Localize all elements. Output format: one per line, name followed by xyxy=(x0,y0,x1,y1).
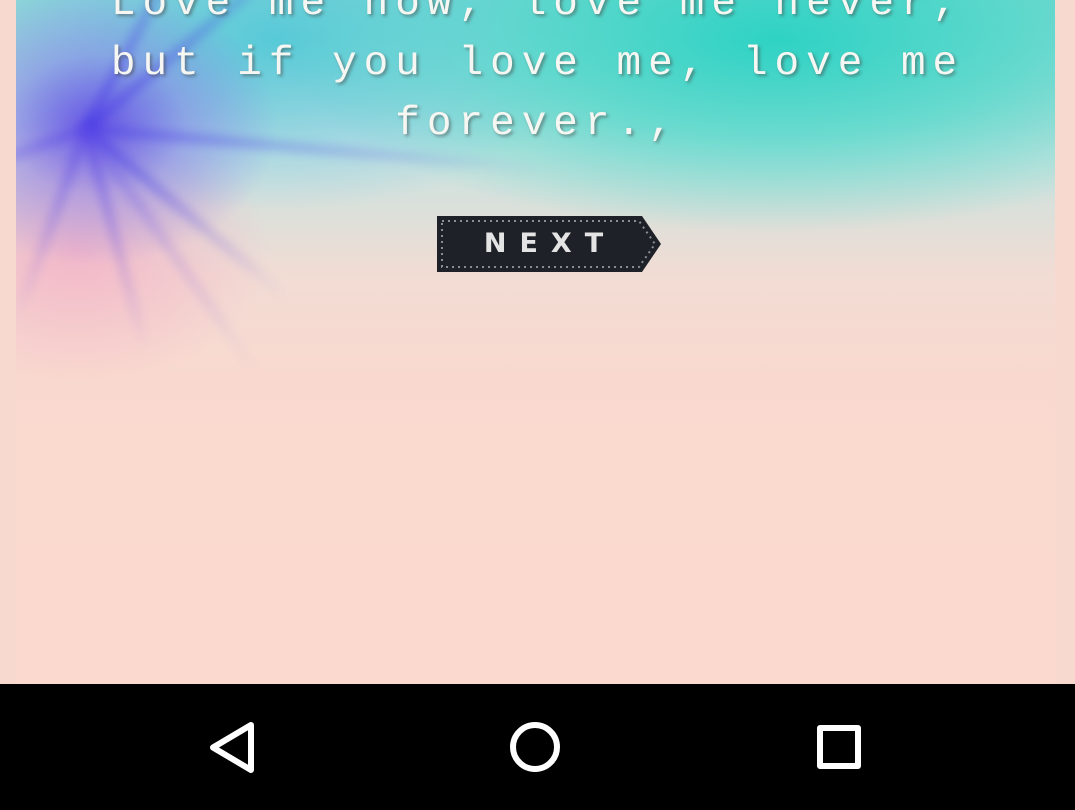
navigation-bar xyxy=(0,684,1075,810)
quote-line-1: Love me now, love me never, xyxy=(110,0,965,27)
back-triangle-icon xyxy=(210,722,254,773)
recents-button[interactable] xyxy=(794,704,884,794)
quote-line-2: but if you love me, love me xyxy=(110,41,965,87)
home-circle-icon xyxy=(510,722,560,772)
quote-line-3: forever., xyxy=(395,101,680,147)
back-button[interactable] xyxy=(188,704,278,794)
home-button[interactable] xyxy=(490,704,580,794)
app-screen: Love me now, love me never, but if you l… xyxy=(0,0,1075,810)
recents-square-icon xyxy=(817,725,861,769)
next-button[interactable]: NEXT xyxy=(436,215,662,273)
next-label: NEXT xyxy=(483,228,617,259)
content-area: Love me now, love me never, but if you l… xyxy=(0,0,1075,684)
quote-text: Love me now, love me never, but if you l… xyxy=(40,0,1035,154)
